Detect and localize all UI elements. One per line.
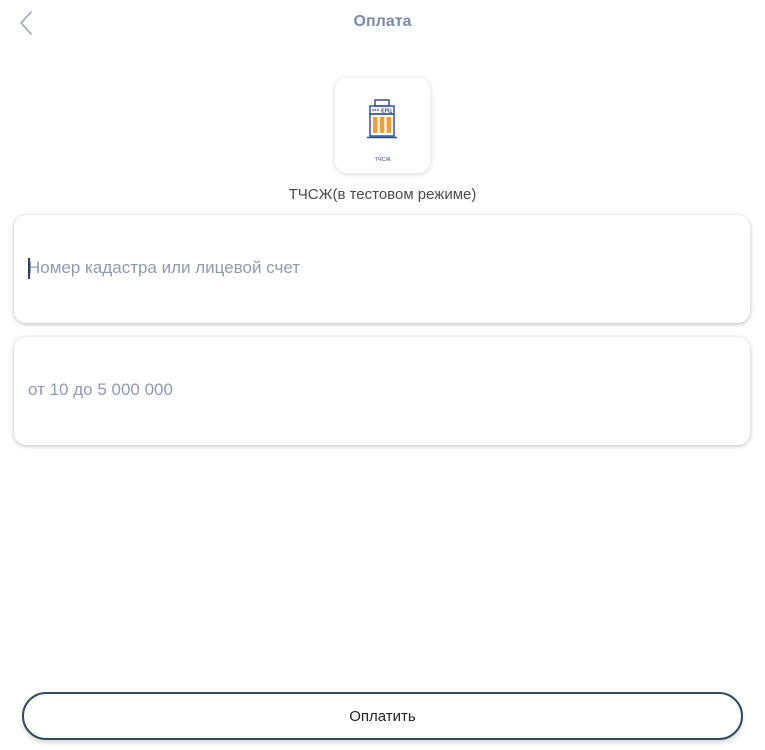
page-title: Оплата — [353, 13, 412, 30]
pay-button[interactable]: Оплатить — [22, 692, 743, 740]
account-field-card — [14, 215, 750, 323]
amount-input[interactable] — [28, 375, 728, 405]
header: Оплата — [0, 0, 765, 46]
text-cursor — [28, 258, 30, 279]
provider-logo: ЕРЦ ТЧСЖ — [335, 78, 430, 173]
account-number-input[interactable] — [28, 253, 728, 283]
provider-name: ТЧСЖ(в тестовом режиме) — [288, 186, 477, 203]
building-icon: ЕРЦ ТЧСЖ — [367, 99, 397, 163]
logo-caption: ТЧСЖ — [374, 157, 390, 163]
amount-field-card — [14, 337, 750, 445]
